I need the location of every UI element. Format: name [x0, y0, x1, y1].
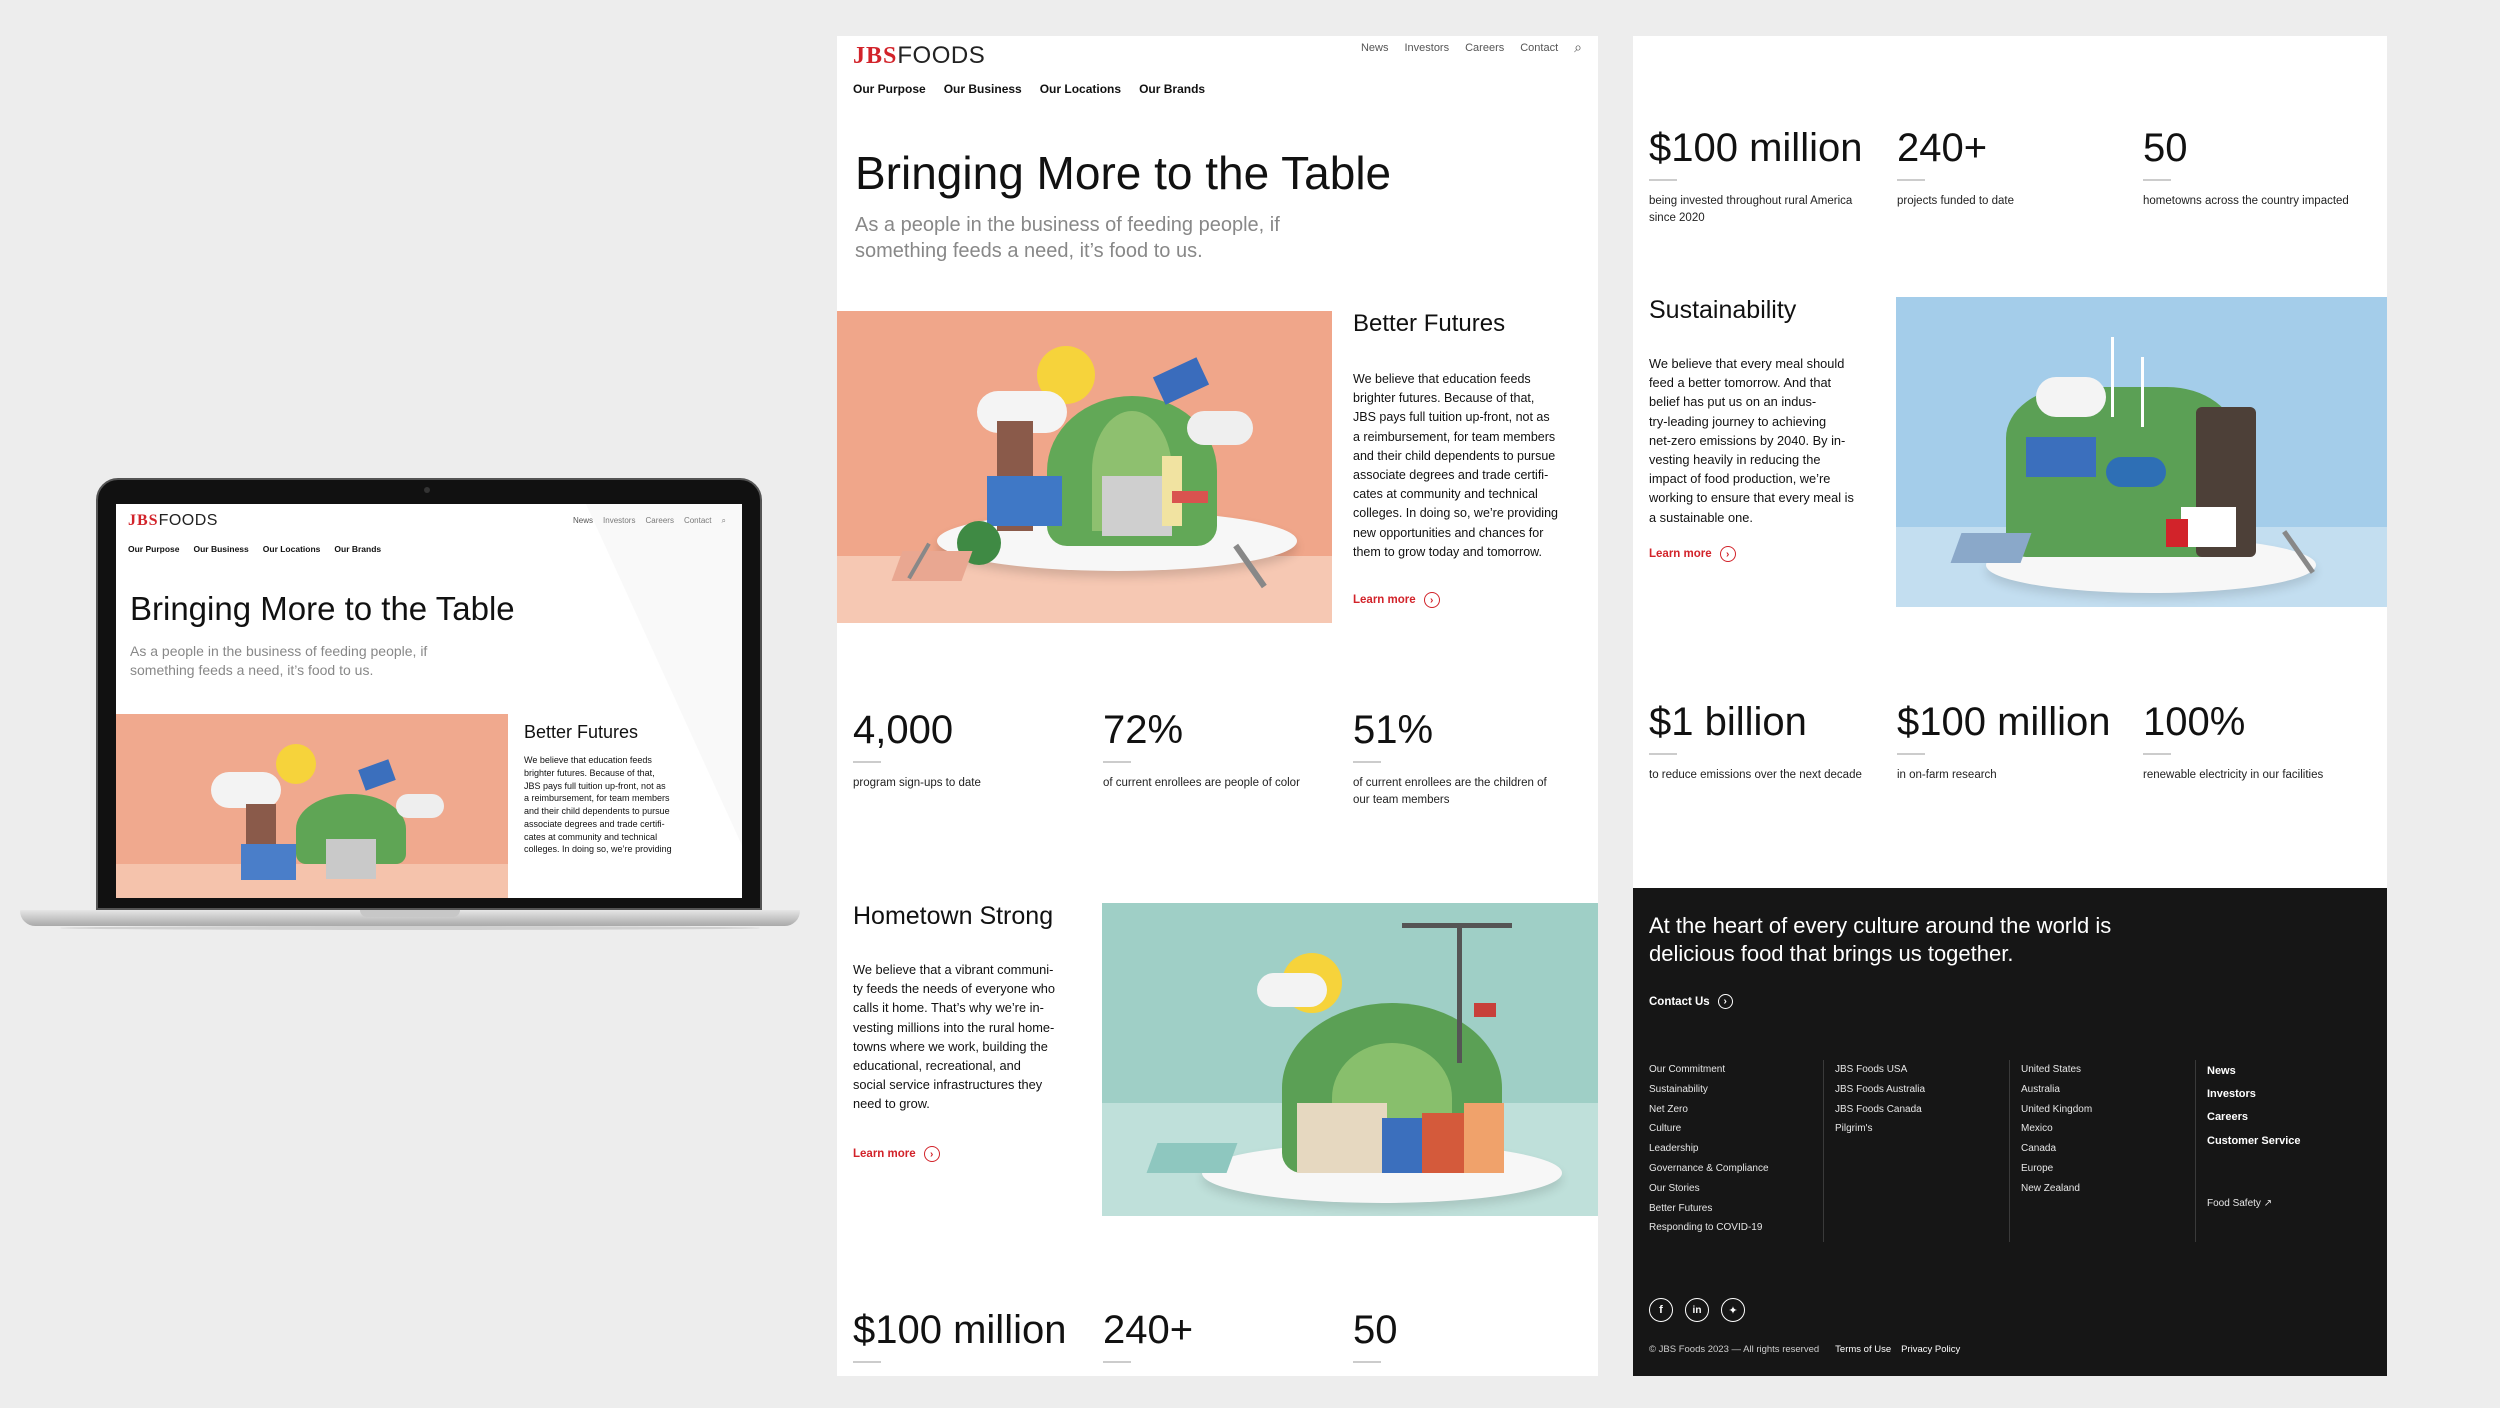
stat-on-farm-research: $100 million in on-farm research: [1897, 700, 2111, 781]
footer-link[interactable]: JBS Foods Australia: [1835, 1080, 1925, 1100]
footer-link[interactable]: JBS Foods Canada: [1835, 1100, 1925, 1120]
sustainability-illustration: [1896, 297, 2387, 607]
footer-link[interactable]: Canada: [2021, 1139, 2092, 1159]
footer-link[interactable]: Customer Service: [2207, 1130, 2301, 1153]
privacy-link[interactable]: Privacy Policy: [1901, 1344, 1960, 1355]
better-futures-text: We believe that education feeds brighter…: [1353, 372, 1558, 559]
footer-link[interactable]: Sustainability: [1649, 1080, 1769, 1100]
footer-link[interactable]: Better Futures: [1649, 1199, 1769, 1219]
laptop-camera: [424, 487, 430, 493]
footer-link[interactable]: JBS Foods USA: [1835, 1060, 1925, 1080]
page-panel-2: $100 million being invested throughout r…: [1633, 36, 2387, 1376]
footer-link[interactable]: Our Commitment: [1649, 1060, 1769, 1080]
stat-program-signups: 4,000 program sign-ups to date: [853, 708, 981, 789]
footer-col-regions: United States Australia United Kingdom M…: [2021, 1060, 2092, 1199]
footer-link[interactable]: Culture: [1649, 1119, 1769, 1139]
footer-link[interactable]: Europe: [2021, 1159, 2092, 1179]
laptop-mockup: JBS FOODS News Investors Careers Contact …: [20, 478, 800, 938]
linkedin-icon[interactable]: in: [1685, 1298, 1709, 1322]
footer-link[interactable]: Careers: [2207, 1106, 2301, 1129]
footer-link[interactable]: United States: [2021, 1060, 2092, 1080]
footer-link[interactable]: United Kingdom: [2021, 1100, 2092, 1120]
footer-link[interactable]: Governance & Compliance: [1649, 1159, 1769, 1179]
footer-link[interactable]: Pilgrim's: [1835, 1119, 1925, 1139]
footer-link[interactable]: Mexico: [2021, 1119, 2092, 1139]
main-nav: Our Purpose Our Business Our Locations O…: [853, 82, 1205, 96]
footer-link[interactable]: New Zealand: [2021, 1179, 2092, 1199]
hero-title: Bringing More to the Table: [855, 147, 1392, 199]
nav-our-business[interactable]: Our Business: [944, 82, 1022, 96]
search-icon[interactable]: ⌕: [1574, 39, 1582, 56]
nav-careers[interactable]: Careers: [1465, 42, 1504, 56]
better-futures-learn-more[interactable]: Learn more ›: [1353, 592, 1440, 608]
twitter-icon[interactable]: ✦: [1721, 1298, 1745, 1322]
arrow-right-icon: ›: [1423, 592, 1440, 608]
stat-children-of-team: 51% of current enrollees are the childre…: [1353, 708, 1547, 806]
laptop-nav-brands[interactable]: Our Brands: [334, 544, 381, 554]
footer-contact-us[interactable]: Contact Us ›: [1649, 994, 1733, 1009]
hometown-strong-illustration: [1102, 903, 1598, 1216]
arrow-right-icon: ›: [1717, 994, 1733, 1009]
hometown-learn-more[interactable]: Learn more ›: [853, 1146, 940, 1162]
arrow-right-icon: ›: [1719, 546, 1736, 562]
hero-subtitle: As a people in the business of feeding p…: [855, 214, 1280, 262]
footer-col-company: Our Commitment Sustainability Net Zero C…: [1649, 1060, 1769, 1238]
copyright: © JBS Foods 2023 — All rights reserved: [1649, 1344, 1820, 1355]
top-nav: News Investors Careers Contact ⌕: [1361, 39, 1582, 56]
terms-link[interactable]: Terms of Use: [1835, 1344, 1891, 1355]
stat-projects-funded: 240+: [1103, 1308, 1343, 1363]
laptop-hero-subtitle: As a people in the business of feeding p…: [130, 643, 428, 678]
nav-investors[interactable]: Investors: [1404, 42, 1449, 56]
footer-tagline: At the heart of every culture around the…: [1649, 913, 2112, 966]
stat-people-of-color: 72% of current enrollees are people of c…: [1103, 708, 1300, 789]
facebook-icon[interactable]: f: [1649, 1298, 1673, 1322]
footer-link[interactable]: Our Stories: [1649, 1179, 1769, 1199]
footer-link[interactable]: Australia: [2021, 1080, 2092, 1100]
laptop-mainnav: Our Purpose Our Business Our Locations O…: [128, 544, 381, 554]
laptop-hero-title: Bringing More to the Table: [130, 590, 515, 627]
footer-link[interactable]: News: [2207, 1060, 2301, 1083]
laptop-nav-locations[interactable]: Our Locations: [263, 544, 321, 554]
sustainability-text: We believe that every meal should feed a…: [1649, 356, 1854, 525]
hometown-strong-text: We believe that a vibrant communi- ty fe…: [853, 962, 1056, 1112]
stat-projects-funded: 240+ projects funded to date: [1897, 126, 2014, 207]
sustainability-title: Sustainability: [1649, 296, 1797, 324]
nav-our-brands[interactable]: Our Brands: [1139, 82, 1205, 96]
better-futures-title: Better Futures: [1353, 310, 1506, 337]
hometown-strong-title: Hometown Strong: [853, 902, 1054, 930]
sustainability-learn-more[interactable]: Learn more ›: [1649, 546, 1736, 562]
stat-invested-rural: $100 million: [853, 1308, 1093, 1363]
laptop-nav-business[interactable]: Our Business: [193, 544, 248, 554]
logo[interactable]: JBS FOODS: [853, 42, 985, 70]
footer-col-primary: News Investors Careers Customer Service: [2207, 1060, 2301, 1153]
page-panel-1: JBS FOODS News Investors Careers Contact …: [837, 36, 1598, 1376]
nav-news[interactable]: News: [1361, 42, 1389, 56]
nav-our-locations[interactable]: Our Locations: [1040, 82, 1121, 96]
footer-food-safety[interactable]: Food Safety ↗: [2207, 1198, 2272, 1209]
site-footer: At the heart of every culture around the…: [1633, 888, 2387, 1376]
laptop-nav-purpose[interactable]: Our Purpose: [128, 544, 179, 554]
footer-link[interactable]: Investors: [2207, 1083, 2301, 1106]
stat-hometowns: 50 hometowns across the country impacted: [2143, 126, 2349, 207]
laptop-logo: JBS FOODS: [128, 512, 218, 529]
footer-link[interactable]: Net Zero: [1649, 1100, 1769, 1120]
footer-link[interactable]: Leadership: [1649, 1139, 1769, 1159]
stat-reduce-emissions: $1 billion to reduce emissions over the …: [1649, 700, 1862, 781]
footer-col-brands: JBS Foods USA JBS Foods Australia JBS Fo…: [1835, 1060, 1925, 1139]
footer-legal: © JBS Foods 2023 — All rights reserved T…: [1649, 1344, 1960, 1355]
better-futures-illustration: [837, 311, 1332, 623]
arrow-right-icon: ›: [923, 1146, 940, 1162]
footer-link[interactable]: Responding to COVID-19: [1649, 1218, 1769, 1238]
social-links: f in ✦: [1649, 1298, 1745, 1322]
nav-our-purpose[interactable]: Our Purpose: [853, 82, 926, 96]
stat-invested-rural: $100 million being invested throughout r…: [1649, 126, 1863, 224]
laptop-screen: JBS FOODS News Investors Careers Contact …: [116, 504, 742, 898]
laptop-better-futures-illustration: [116, 714, 508, 898]
nav-contact[interactable]: Contact: [1520, 42, 1558, 56]
laptop-notch: [360, 910, 460, 917]
stat-hometowns: 50: [1353, 1308, 1593, 1363]
stat-renewable-electricity: 100% renewable electricity in our facili…: [2143, 700, 2324, 781]
